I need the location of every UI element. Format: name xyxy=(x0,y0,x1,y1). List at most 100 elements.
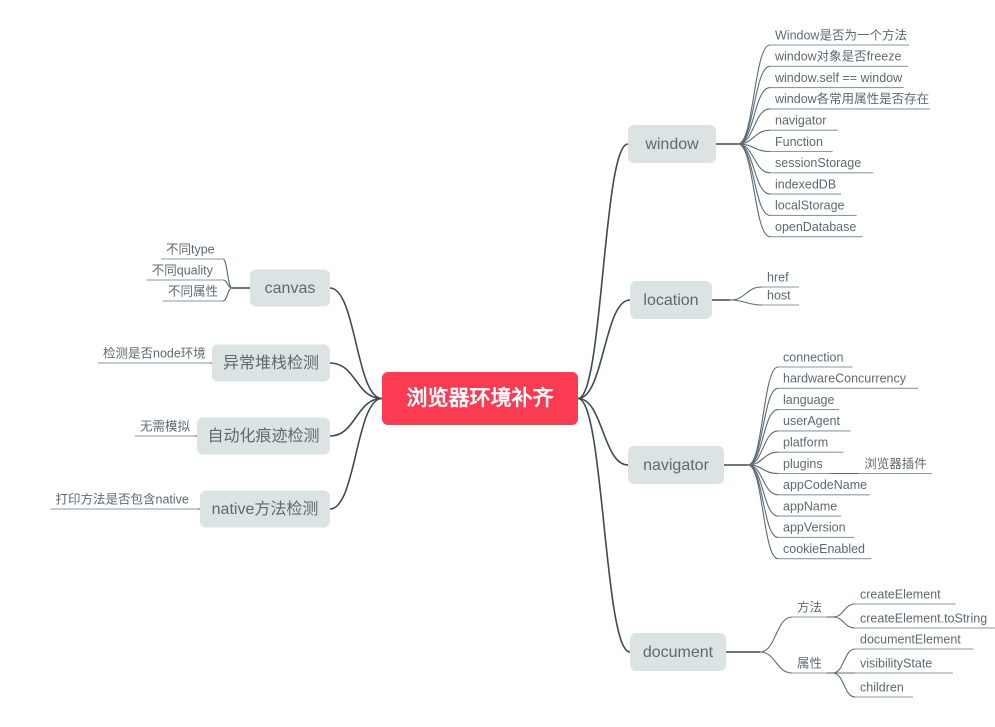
leaf-appCodeName[interactable]: appCodeName xyxy=(783,478,867,492)
leaf-Window是否为一个方法[interactable]: Window是否为一个方法 xyxy=(775,27,907,42)
leaf-visibilityState[interactable]: visibilityState xyxy=(860,656,932,670)
branch-node-native方法检测[interactable]: native方法检测 xyxy=(200,490,330,528)
branch-curve-native方法检测 xyxy=(329,397,383,510)
leaf-label: window各常用属性是否存在 xyxy=(774,91,929,106)
leaf-language[interactable]: language xyxy=(783,393,834,407)
leaf-label: visibilityState xyxy=(860,656,932,670)
leaf-检测是否node环境[interactable]: 检测是否node环境 xyxy=(103,345,206,360)
root-node[interactable]: 浏览器环境补齐 xyxy=(382,372,578,425)
leaf-documentElement[interactable]: documentElement xyxy=(860,632,961,646)
leaf-host[interactable]: host xyxy=(767,288,791,302)
leaf-appName[interactable]: appName xyxy=(783,499,837,513)
branch-curve-window xyxy=(577,143,629,400)
leaf-curve-window对象是否freeze xyxy=(737,65,771,145)
leaf-href[interactable]: href xyxy=(767,270,789,284)
leaf-curve-appVersion xyxy=(747,464,779,538)
leaf-cookieEnabled[interactable]: cookieEnabled xyxy=(783,542,865,556)
node-label: 浏览器环境补齐 xyxy=(407,386,555,410)
subbranch-curve-方法 xyxy=(759,616,793,653)
leaf-label: platform xyxy=(783,435,828,449)
leaf-openDatabase[interactable]: openDatabase xyxy=(775,220,856,234)
leaf-label: cookieEnabled xyxy=(783,542,865,556)
subbranch-方法[interactable]: 方法 xyxy=(797,599,822,614)
leaf-window对象是否freeze[interactable]: window对象是否freeze xyxy=(774,50,901,64)
branch-node-自动化痕迹检测[interactable]: 自动化痕迹检测 xyxy=(197,417,330,455)
branch-node-navigator[interactable]: navigator xyxy=(628,446,724,484)
node-label: 自动化痕迹检测 xyxy=(207,427,319,445)
leaf-label: connection xyxy=(783,350,844,364)
leaf-curve-children xyxy=(832,672,856,698)
leaf-curve-createElement.toString xyxy=(832,616,856,629)
leaf-label: sessionStorage xyxy=(775,156,861,170)
leaf-sessionStorage[interactable]: sessionStorage xyxy=(775,156,861,170)
leaf-label: localStorage xyxy=(775,199,845,213)
leaf-不同属性[interactable]: 不同属性 xyxy=(168,284,218,298)
leaf-label: 不同type xyxy=(166,242,215,256)
leaf-curve-documentElement xyxy=(832,648,856,674)
leaf-label: createElement xyxy=(860,587,941,601)
leaf-label: navigator xyxy=(775,113,826,127)
leaf-label: language xyxy=(783,393,834,407)
branch-node-window[interactable]: window xyxy=(628,125,716,163)
leaf-label: window对象是否freeze xyxy=(774,50,901,64)
leaf-label: appVersion xyxy=(783,521,846,535)
leaf-curve-connection xyxy=(747,366,779,466)
leaf-label: 浏览器插件 xyxy=(864,456,927,471)
leaf-userAgent[interactable]: userAgent xyxy=(783,414,841,428)
leaf-Function[interactable]: Function xyxy=(775,135,823,149)
leaf-label: 不同属性 xyxy=(168,284,218,298)
node-label: document xyxy=(643,644,714,661)
leaf-label: 打印方法是否包含native xyxy=(56,491,189,506)
leaf-label: plugins xyxy=(783,457,823,471)
leaf-createElement.toString[interactable]: createElement.toString xyxy=(860,611,987,625)
leaf-label: host xyxy=(767,288,791,302)
leaf-label: 属性 xyxy=(797,656,822,670)
leaf-localStorage[interactable]: localStorage xyxy=(775,199,845,213)
leaf-appVersion[interactable]: appVersion xyxy=(783,521,846,535)
branch-curve-location xyxy=(577,299,631,400)
leaf-label: hardwareConcurrency xyxy=(783,372,907,386)
leaf-label: 不同quality xyxy=(152,263,214,277)
leaf-plugins[interactable]: plugins xyxy=(783,457,823,471)
node-label: 异常堆栈检测 xyxy=(223,354,319,372)
leaf-indexedDB[interactable]: indexedDB xyxy=(775,177,836,191)
leaf-label: openDatabase xyxy=(775,220,856,234)
leaf-label: createElement.toString xyxy=(860,611,987,625)
leaf-label: userAgent xyxy=(783,414,841,428)
leaf-label: Window是否为一个方法 xyxy=(775,27,907,42)
leaf-children[interactable]: children xyxy=(860,680,904,694)
branch-node-document[interactable]: document xyxy=(630,633,726,671)
leaf-浏览器插件[interactable]: 浏览器插件 xyxy=(864,456,927,471)
nodes: 浏览器环境补齐 window Window是否为一个方法 window对象是否free… xyxy=(56,27,988,694)
leaf-curve-Window是否为一个方法 xyxy=(737,44,771,145)
leaf-navigator[interactable]: navigator xyxy=(775,113,826,127)
leaf-label: appName xyxy=(783,499,837,513)
leaf-label: indexedDB xyxy=(775,177,836,191)
leaf-label: appCodeName xyxy=(783,478,867,492)
leaf-hardwareConcurrency[interactable]: hardwareConcurrency xyxy=(783,372,907,386)
leaf-label: 检测是否node环境 xyxy=(103,345,206,360)
leaf-window各常用属性是否存在[interactable]: window各常用属性是否存在 xyxy=(774,91,929,106)
leaf-label: 无需模拟 xyxy=(140,419,191,433)
leaf-platform[interactable]: platform xyxy=(783,435,828,449)
leaf-window.self == window[interactable]: window.self == window xyxy=(774,71,903,85)
leaf-label: 方法 xyxy=(797,599,822,614)
leaf-无需模拟[interactable]: 无需模拟 xyxy=(140,419,191,433)
leaf-label: href xyxy=(767,270,789,284)
subbranch-属性[interactable]: 属性 xyxy=(797,656,822,670)
leaf-打印方法是否包含native[interactable]: 打印方法是否包含native xyxy=(56,491,189,506)
leaf-label: Function xyxy=(775,135,823,149)
branch-node-异常堆栈检测[interactable]: 异常堆栈检测 xyxy=(212,344,330,382)
leaf-label: documentElement xyxy=(860,632,961,646)
node-label: canvas xyxy=(265,280,316,297)
branch-node-location[interactable]: location xyxy=(630,281,712,319)
branch-node-canvas[interactable]: canvas xyxy=(250,269,330,307)
subbranch-curve-属性 xyxy=(759,651,793,674)
leaf-label: children xyxy=(860,680,904,694)
leaf-createElement[interactable]: createElement xyxy=(860,587,941,601)
branch-curve-自动化痕迹检测 xyxy=(329,397,383,437)
leaf-不同type[interactable]: 不同type xyxy=(166,242,215,256)
leaf-connection[interactable]: connection xyxy=(783,350,844,364)
node-label: window xyxy=(644,136,699,153)
leaf-不同quality[interactable]: 不同quality xyxy=(152,263,214,277)
